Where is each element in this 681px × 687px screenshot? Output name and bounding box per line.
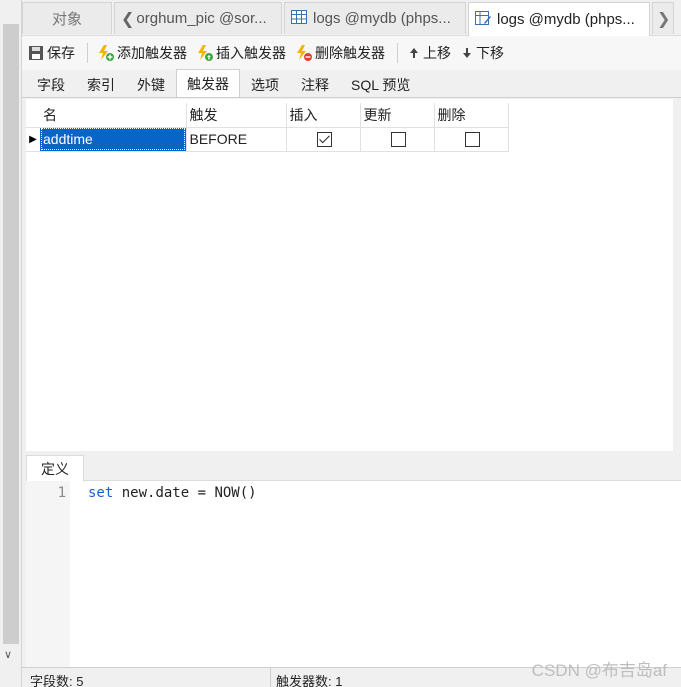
watermark: CSDN @布吉岛af [531, 661, 667, 680]
code-text: new.date = NOW() [113, 485, 257, 501]
tab-scroll-right[interactable]: ❯ [652, 2, 674, 34]
field-count: 字段数: 5 [30, 674, 84, 687]
document-tabs: 对象 ❮ orghum_pic @sor... logs @mydb (phps… [22, 0, 681, 36]
subtab-sql-preview[interactable]: SQL 预览 [340, 72, 421, 97]
subtab-indexes[interactable]: 索引 [76, 72, 126, 97]
code-keyword: set [88, 485, 114, 501]
toolbar: 保存 添加触发器 插入触发器 删除触发器 上移 下移 [22, 36, 681, 70]
delete-trigger-label: 删除触发器 [315, 45, 385, 61]
triggers-table: 名 触发 插入 更新 删除 ▶ addtime BEFORE [26, 103, 509, 152]
tab-label: orghum_pic @sor... [136, 10, 267, 27]
row-pointer-icon: ▶ [26, 127, 40, 152]
tab-objects-label: 对象 [51, 11, 82, 28]
column-header-timing[interactable]: 触发 [186, 103, 287, 128]
subtab-comment[interactable]: 注释 [290, 72, 340, 97]
left-scrollbar[interactable]: ∨ [0, 0, 22, 687]
table-icon [291, 9, 307, 28]
triggers-grid: 名 触发 插入 更新 删除 ▶ addtime BEFORE [26, 99, 673, 451]
left-scrollbar-thumb[interactable] [3, 24, 19, 644]
column-header-insert[interactable]: 插入 [286, 103, 361, 128]
trigger-name-cell[interactable]: addtime [40, 127, 187, 152]
lightning-add-icon [98, 45, 114, 61]
code-editor[interactable]: set new.date = NOW() [88, 485, 257, 501]
chevron-left-icon[interactable]: ❮ [121, 9, 134, 29]
arrow-up-icon [408, 45, 420, 61]
subtab-foreign-keys[interactable]: 外键 [126, 72, 176, 97]
lightning-insert-icon [197, 45, 213, 61]
trigger-count: 触发器数: 1 [276, 674, 343, 687]
status-divider [270, 668, 271, 687]
scroll-down-arrow-icon[interactable]: ∨ [4, 648, 12, 661]
toolbar-divider [87, 43, 88, 63]
design-table-icon [475, 10, 491, 29]
update-checkbox-cell [360, 127, 435, 152]
tab-definition[interactable]: 定义 [26, 455, 84, 482]
tab-logs-design[interactable]: logs @mydb (phps... [468, 2, 650, 36]
insert-checkbox-cell [286, 127, 361, 152]
subtab-options[interactable]: 选项 [240, 72, 290, 97]
column-header-update[interactable]: 更新 [360, 103, 435, 128]
insert-checkbox[interactable] [317, 132, 332, 148]
design-subtabs: 字段 索引 外键 触发器 选项 注释 SQL 预览 [22, 69, 681, 98]
move-down-label: 下移 [476, 45, 504, 61]
table-row[interactable]: ▶ addtime BEFORE [26, 127, 509, 152]
save-label: 保存 [47, 45, 75, 61]
floppy-disk-icon [28, 45, 44, 61]
line-number: 1 [57, 485, 66, 501]
tab-objects[interactable]: 对象 [22, 2, 112, 34]
column-header-delete[interactable]: 删除 [434, 103, 509, 128]
delete-trigger-button[interactable]: 删除触发器 [296, 39, 385, 67]
delete-checkbox[interactable] [465, 132, 480, 148]
line-number-gutter [26, 481, 70, 667]
chevron-right-icon: ❯ [657, 10, 671, 28]
column-header-name[interactable]: 名 [40, 103, 187, 128]
add-trigger-button[interactable]: 添加触发器 [98, 39, 187, 67]
insert-trigger-button[interactable]: 插入触发器 [197, 39, 286, 67]
update-checkbox[interactable] [391, 132, 406, 148]
tab-label: logs @mydb (phps... [497, 11, 635, 28]
tab-label: logs @mydb (phps... [313, 10, 451, 27]
save-button[interactable]: 保存 [28, 39, 75, 67]
move-down-button[interactable]: 下移 [461, 39, 504, 67]
arrow-down-icon [461, 45, 473, 61]
definition-pane: 定义 1 set new.date = NOW() [26, 451, 681, 667]
tab-logs-table[interactable]: logs @mydb (phps... [284, 2, 466, 34]
trigger-timing-cell[interactable]: BEFORE [186, 127, 287, 152]
lightning-delete-icon [296, 45, 312, 61]
move-up-label: 上移 [423, 45, 451, 61]
insert-trigger-label: 插入触发器 [216, 45, 286, 61]
tab-orghum-pic[interactable]: ❮ orghum_pic @sor... [114, 2, 282, 34]
grid-right-edge [673, 99, 681, 451]
toolbar-divider [397, 43, 398, 63]
subtab-triggers[interactable]: 触发器 [176, 69, 240, 97]
subtab-fields[interactable]: 字段 [26, 72, 76, 97]
add-trigger-label: 添加触发器 [117, 45, 187, 61]
row-header-corner [26, 103, 40, 128]
move-up-button[interactable]: 上移 [408, 39, 451, 67]
definition-tabs: 定义 [26, 451, 681, 482]
delete-checkbox-cell [434, 127, 509, 152]
